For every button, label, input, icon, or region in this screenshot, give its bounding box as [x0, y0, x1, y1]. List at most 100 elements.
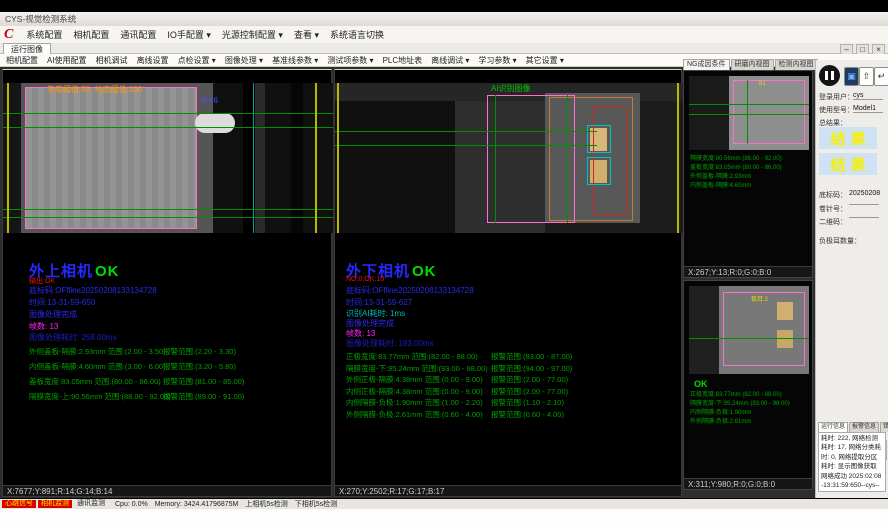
- lower-camera-ok-status: OK: [412, 263, 437, 280]
- inner-lower-image[interactable]: 极耳:2: [689, 286, 809, 374]
- toolbar-item[interactable]: 基准线参数 ▾: [272, 55, 318, 66]
- toolbar-item[interactable]: 离线设置: [137, 55, 169, 66]
- measurement-row: 盖板宽度:83.05mm 范围:(80.00 - 86.00) 报警范围:(81…: [29, 376, 329, 391]
- upload-button[interactable]: ⇧: [859, 67, 874, 86]
- lower-time-text: 时间:13-31-59-627: [346, 297, 412, 308]
- menu-item-io-config[interactable]: IO手配置 ▾: [167, 28, 211, 41]
- qr-value: [849, 217, 879, 218]
- window-title: CYS-视觉检测系统: [5, 13, 76, 25]
- menu-item-light-config[interactable]: 光源控制配置 ▾: [222, 28, 283, 41]
- capture-button[interactable]: ▣: [844, 67, 859, 86]
- memory-usage: Memory: 3424.41796875M: [155, 501, 239, 508]
- lower-camera-panel[interactable]: AI识别图像 外下相机OK NG:0;OK:10 底标码:OFfline2025…: [334, 69, 682, 497]
- pause-button[interactable]: [819, 65, 840, 86]
- user-label: 登录用户：: [819, 92, 854, 102]
- measurement-text: 外侧隔膜-负极:2.61mm 范围:(0.60 - 4.00): [346, 409, 483, 420]
- lower-camera-image[interactable]: AI识别图像: [335, 83, 683, 233]
- upper-camera-image[interactable]: 灰度阈值:93, 动态阈值:100 R:46: [3, 83, 333, 233]
- status-chip: 心跳信号: [2, 500, 36, 508]
- barcode-value: 20250208: [849, 190, 880, 197]
- log-tabs: 运行信息 报警信息 错误信息: [818, 422, 888, 432]
- small-measurement-line: 外侧隔膜-负极:2.61mm: [690, 418, 790, 427]
- toolbar-item[interactable]: 学习参数 ▾: [478, 55, 516, 66]
- toolbar-item[interactable]: 离线调试 ▾: [431, 55, 469, 66]
- tab-ng-cause[interactable]: NG成因条件: [683, 59, 730, 70]
- measurement-text: 正极宽度:83.77mm 范围:(82.00 - 88.00): [346, 351, 478, 362]
- lower-camera-heartbeat: 下相机5s检测: [295, 499, 337, 509]
- toolbar-item[interactable]: 图像处理 ▾: [225, 55, 263, 66]
- menu-item-language-switch[interactable]: 系统语言切换: [330, 28, 384, 41]
- upper-measurement-list: 外侧盖板-隔膜:2.93mm 范围:(2.00 - 3.50) 报警范围:(2.…: [29, 346, 329, 406]
- alarm-range-text: 报警范围:(2.00 - 77.00): [491, 374, 568, 385]
- capture-icon: ▣: [847, 71, 856, 82]
- measurement-row: 正极宽度:83.77mm 范围:(82.00 - 88.00) 报警范围:(83…: [346, 351, 676, 363]
- toolbar-item[interactable]: PLC地址表: [383, 55, 423, 66]
- pixel-value-overlay: R:46: [201, 96, 218, 105]
- small-measurement-line: 隔膜宽度:90.56mm (88.00 - 92.00): [690, 155, 782, 164]
- alarm-range-text: 报警范围:(94.00 - 97.00): [491, 363, 572, 374]
- tab-roi-rect-2: [587, 157, 611, 185]
- upper-camera-panel[interactable]: 灰度阈值:93, 动态阈值:100 R:46 外上相机OK 输出:OK 底标码:…: [2, 69, 332, 497]
- measurement-text: 隔膜宽度-下:95.24mm 范围:(93.00 - 98.00): [346, 363, 488, 374]
- measurement-row: 外侧隔膜-负极:2.61mm 范围:(0.60 - 4.00) 报警范围:(0.…: [346, 409, 676, 421]
- status-bar: 心跳信号相机监测通讯监测 Cpu: 0.0% Memory: 3424.4179…: [0, 499, 888, 509]
- separator-film-region: [25, 87, 197, 229]
- result-box-2: 结果: [819, 153, 877, 175]
- alarm-range-text: 报警范围:(2.00 - 77.00): [491, 386, 568, 397]
- small-measurement-line: 内侧隔膜-负极:1.90mm: [690, 409, 790, 418]
- tab-inner-view-1[interactable]: 研磨内视图: [731, 59, 774, 70]
- side-panel: ▣ ⇧ ↵ 登录用户： cys 使用型号： Model1 总结果： 结果 结果 …: [815, 60, 888, 498]
- alarm-range-text: 报警范围:(3.20 - 5.80): [163, 361, 236, 372]
- ai-image-overlay-text: AI识别图像: [491, 83, 531, 94]
- measurement-row: 外侧盖板-隔膜:2.93mm 范围:(2.00 - 3.50) 报警范围:(2.…: [29, 346, 329, 361]
- tab-inner-view-2[interactable]: 检测内视图: [775, 59, 818, 70]
- toolbar-item[interactable]: 点检设置 ▾: [178, 55, 216, 66]
- inner-upper-image[interactable]: 81: [689, 76, 809, 150]
- toolbar-item[interactable]: AI使用配置: [47, 55, 87, 66]
- toolbar-item[interactable]: 测试项参数 ▾: [327, 55, 373, 66]
- status-chip: 相机监测: [38, 500, 72, 508]
- menu-item-system-config[interactable]: 系统配置: [26, 28, 62, 41]
- toolbar-item[interactable]: 其它设置 ▾: [526, 55, 564, 66]
- measurement-text: 外侧盖板-隔膜:2.93mm 范围:(2.00 - 3.50): [29, 346, 166, 357]
- menu-bar: C 系统配置 相机配置 通讯配置 IO手配置 ▾ 光源控制配置 ▾ 查看 ▾ 系…: [0, 26, 888, 43]
- inner-upper-lines: 隔膜宽度:90.56mm (88.00 - 92.00)盖板宽度:83.05mm…: [690, 155, 782, 191]
- measurement-row: 内侧正极-隔膜:4.38mm 范围:(0.00 - 9.00) 报警范围:(2.…: [346, 386, 676, 398]
- alarm-range-text: 报警范围:(0.60 - 4.00): [491, 409, 564, 420]
- alarm-range-text: 报警范围:(81.00 - 85.00): [163, 376, 244, 387]
- inner-upper-overlay-label: 81: [759, 81, 766, 87]
- upper-done-text: 图像处理完成: [29, 309, 77, 320]
- menu-item-comm-config[interactable]: 通讯配置: [120, 28, 156, 41]
- upper-frame-text: 帧数: 13: [29, 321, 58, 332]
- small-measurement-line: 外侧盖板-隔膜:2.93mm: [690, 173, 782, 182]
- cpu-usage: Cpu: 0.0%: [115, 501, 148, 508]
- menu-item-camera-config[interactable]: 相机配置: [73, 28, 109, 41]
- inner-lower-view[interactable]: 极耳:2 OK 正极宽度:83.77mm (82.00 - 88.00)隔膜宽度…: [683, 280, 813, 490]
- upper-time-text: 时间:13-31-59-650: [29, 297, 95, 308]
- inner-upper-view[interactable]: 81 隔膜宽度:90.56mm (88.00 - 92.00)盖板宽度:83.0…: [683, 70, 813, 278]
- toolbar-item[interactable]: 相机调试: [96, 55, 128, 66]
- measurement-row: 隔膜宽度-上:90.56mm 范围:(88.00 - 92.00) 报警范围:(…: [29, 391, 329, 406]
- enter-button[interactable]: ↵: [874, 67, 888, 86]
- upper-barcode-text: 底标码:OFfline20250208133134728: [29, 285, 157, 296]
- measurement-text: 隔膜宽度-上:90.56mm 范围:(88.00 - 92.00): [29, 391, 171, 402]
- result-box-1: 结果: [819, 127, 877, 149]
- tab-run-info[interactable]: 运行信息: [818, 422, 848, 432]
- measurement-row: 内侧隔膜-负极:1.90mm 范围:(1.00 - 2.20) 报警范围:(1.…: [346, 397, 676, 409]
- status-chip: 通讯监测: [74, 500, 108, 508]
- inner-lower-lines: 正极宽度:83.77mm (82.00 - 88.00)隔膜宽度-下:95.24…: [690, 391, 790, 427]
- tape-roller: [195, 113, 235, 133]
- menu-item-view[interactable]: 查看 ▾: [294, 28, 319, 41]
- model-label: 使用型号：: [819, 105, 854, 115]
- log-scrollbar[interactable]: [885, 440, 887, 460]
- log-output[interactable]: 耗时: 222, 网络检测耗时: 17, 网络分类耗时: 0, 网络提取分区耗时…: [818, 432, 886, 492]
- tab-alarm-info[interactable]: 报警信息: [849, 422, 879, 432]
- lower-output-text: NG:0;OK:10: [346, 276, 384, 283]
- status-chips: 心跳信号相机监测通讯监测: [2, 500, 108, 508]
- toolbar-item[interactable]: 相机配置: [6, 55, 38, 66]
- tab-error-info[interactable]: 错误信息: [880, 422, 888, 432]
- tab-strip: 运行图像 – □ ×: [0, 43, 888, 54]
- needle-value: [849, 204, 879, 205]
- upper-camera-heartbeat: 上相机5s检测: [245, 499, 287, 509]
- upper-camera-ok-status: OK: [95, 263, 120, 280]
